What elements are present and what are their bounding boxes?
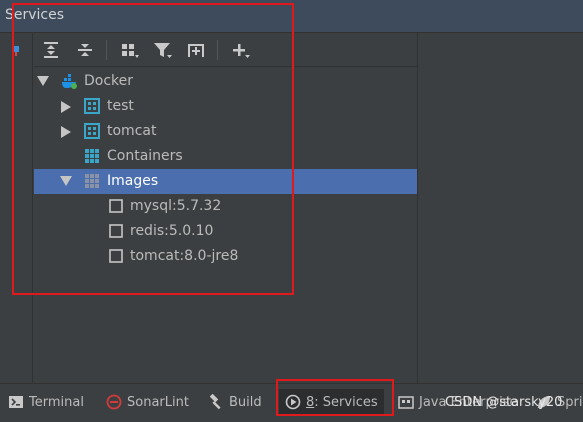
group-by-button[interactable] bbox=[118, 38, 142, 62]
terminal-icon bbox=[9, 396, 23, 408]
filter-button[interactable] bbox=[151, 38, 175, 62]
services-tab-mnemonic: 8 bbox=[306, 394, 315, 410]
tree-node-image[interactable]: redis:5.0.10 bbox=[34, 219, 417, 244]
services-tab[interactable]: 8: Services bbox=[279, 389, 384, 415]
container-icon bbox=[84, 98, 100, 114]
java-enterprise-icon bbox=[398, 396, 414, 409]
collapse-all-icon bbox=[78, 44, 92, 56]
services-tab-label: : Services bbox=[314, 394, 378, 410]
tree-node-label: test bbox=[107, 98, 134, 114]
service-details-pane bbox=[417, 33, 583, 383]
tree-node-image[interactable]: mysql:5.7.32 bbox=[34, 194, 417, 219]
tree-node-label: mysql:5.7.32 bbox=[130, 198, 222, 214]
pin-icon[interactable] bbox=[9, 44, 23, 58]
images-group-icon bbox=[85, 174, 99, 188]
hammer-icon bbox=[209, 394, 221, 410]
services-icon bbox=[285, 394, 301, 410]
expand-all-button[interactable] bbox=[39, 38, 63, 62]
add-service-button[interactable] bbox=[184, 38, 208, 62]
sonarlint-tab[interactable]: SonarLint bbox=[106, 389, 189, 415]
image-icon bbox=[109, 249, 123, 263]
left-tool-strip bbox=[0, 33, 33, 383]
expand-arrow-icon[interactable] bbox=[37, 76, 49, 86]
collapsed-arrow-icon[interactable] bbox=[61, 126, 71, 138]
plus-icon bbox=[233, 44, 250, 58]
sonarlint-icon bbox=[106, 394, 122, 410]
collapse-all-button[interactable] bbox=[73, 38, 97, 62]
tree-node-label: tomcat bbox=[107, 123, 157, 139]
tree-node-label: Docker bbox=[84, 73, 134, 89]
build-tab-label: Build bbox=[229, 394, 262, 410]
containers-group-icon bbox=[85, 149, 99, 163]
container-icon bbox=[84, 123, 100, 139]
services-toolbar bbox=[34, 33, 417, 67]
tool-window-title: Services bbox=[5, 7, 65, 23]
tree-node-label: redis:5.0.10 bbox=[130, 223, 214, 239]
docker-icon bbox=[62, 74, 77, 89]
tree-node-images[interactable]: Images bbox=[34, 169, 417, 194]
services-tree: Docker test tomcat Containers Images mys… bbox=[34, 68, 417, 383]
group-by-icon bbox=[122, 44, 139, 58]
image-icon bbox=[109, 199, 123, 213]
image-icon bbox=[109, 224, 123, 238]
terminal-tab-label: Terminal bbox=[29, 394, 84, 410]
build-tab[interactable]: Build bbox=[208, 389, 262, 415]
tree-node-label: Images bbox=[107, 173, 159, 189]
filter-icon bbox=[154, 43, 172, 58]
tree-node-image[interactable]: tomcat:8.0-jre8 bbox=[34, 244, 417, 269]
toolbar-separator bbox=[106, 40, 107, 60]
tree-node-docker[interactable]: Docker bbox=[34, 69, 417, 94]
terminal-tab[interactable]: Terminal bbox=[8, 389, 84, 415]
tree-node-container[interactable]: test bbox=[34, 94, 417, 119]
watermark: CSDN @starsky20 bbox=[445, 395, 563, 410]
toolbar-separator bbox=[217, 40, 218, 60]
expand-all-icon bbox=[44, 42, 58, 58]
tree-node-label: Containers bbox=[107, 148, 183, 164]
tree-node-label: tomcat:8.0-jre8 bbox=[130, 248, 239, 264]
expand-arrow-icon[interactable] bbox=[60, 176, 72, 186]
tree-node-container[interactable]: tomcat bbox=[34, 119, 417, 144]
add-service-icon bbox=[188, 44, 204, 57]
tree-node-containers[interactable]: Containers bbox=[34, 144, 417, 169]
sonarlint-tab-label: SonarLint bbox=[127, 394, 189, 410]
tool-window-header: Services bbox=[0, 0, 583, 33]
add-button[interactable] bbox=[229, 38, 253, 62]
collapsed-arrow-icon[interactable] bbox=[61, 101, 71, 113]
